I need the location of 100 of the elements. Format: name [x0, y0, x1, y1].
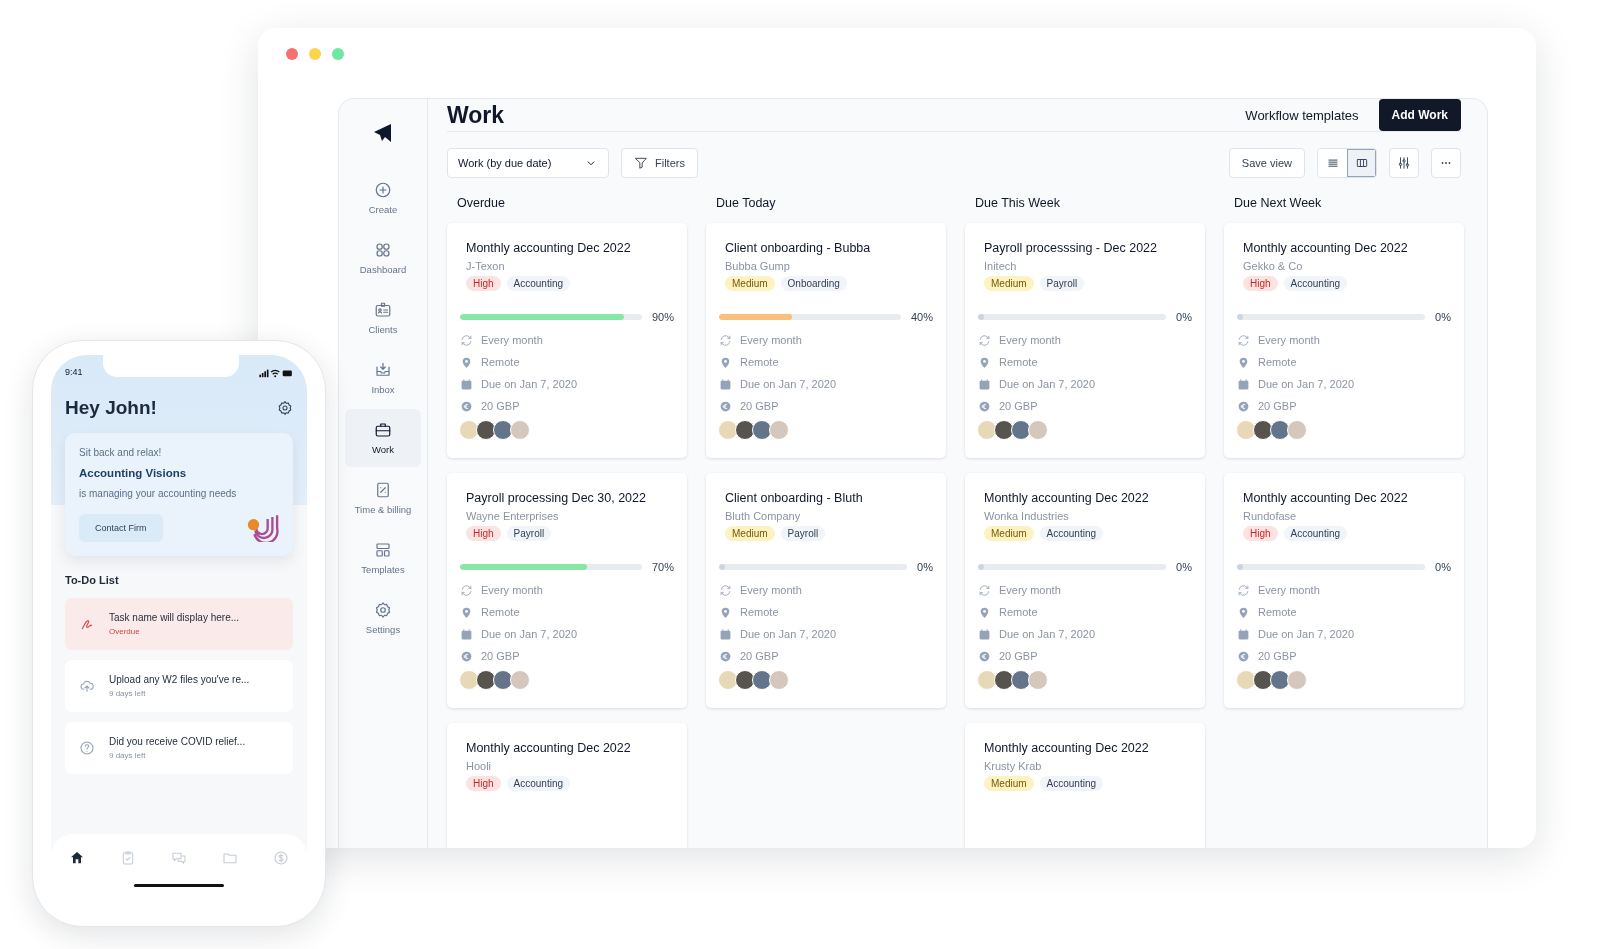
- repeat-icon: [1237, 583, 1250, 597]
- sliders-icon: [1397, 156, 1411, 170]
- work-card[interactable]: Client onboarding - Bubba Bubba Gump Medium Onboarding 40% Every month Remote Due on Jan 7, 2020 20 GBP: [706, 223, 946, 458]
- avatar: [977, 670, 997, 690]
- folder-icon[interactable]: [222, 850, 239, 866]
- dollar-icon[interactable]: [273, 850, 290, 866]
- work-card[interactable]: Monthly accounting Dec 2022 Hooli High Accounting: [447, 723, 687, 848]
- progress-percent: 90%: [651, 311, 674, 323]
- repeat-icon: [978, 583, 991, 597]
- detail-text: 20 GBP: [1258, 400, 1297, 412]
- sidebar-item[interactable]: Create: [345, 169, 421, 227]
- sidebar-item[interactable]: Time & billing: [345, 469, 421, 527]
- avatar: [510, 670, 530, 690]
- todo-item[interactable]: Did you receive COVID relief... 9 days left: [65, 722, 293, 774]
- detail-text: Every month: [481, 584, 543, 596]
- work-card[interactable]: Payroll processsing - Dec 2022 Initech Medium Payroll 0% Every month Remote Due on Jan 7, 2020 20 GBP: [965, 223, 1205, 458]
- card-title: Payroll processing Dec 30, 2022: [466, 491, 647, 505]
- detail-text: Every month: [1258, 584, 1320, 596]
- window-control[interactable]: [286, 48, 298, 60]
- work-card[interactable]: Monthly accounting Dec 2022 Rundofase High Accounting 0% Every month Remote Due on Jan 7, 2020 20 GBP: [1224, 473, 1464, 708]
- work-card[interactable]: Payroll processing Dec 30, 2022 Wayne Enterprises High Payroll 70% Every month Remote Due on Jan 7, 2020 20 GBP: [447, 473, 687, 708]
- plus-circle-icon: [374, 181, 392, 199]
- client-name: Bubba Gump: [725, 260, 791, 272]
- avatar: [1287, 670, 1307, 690]
- work-card[interactable]: Monthly accounting Dec 2022 Gekko & Co High Accounting 0% Every month Remote Due on Jan 7, 2020 20 GBP: [1224, 223, 1464, 458]
- card-title: Client onboarding - Bubba: [725, 241, 872, 255]
- calendar-icon: [1237, 377, 1250, 391]
- client-name: Hooli: [466, 760, 493, 772]
- save-view-button[interactable]: Save view: [1228, 148, 1305, 178]
- firm-logo-icon: [245, 513, 279, 542]
- work-card[interactable]: Client onboarding - Bluth Bluth Company Medium Payroll 0% Every month Remote Due on Jan 7, 2020 20 GBP: [706, 473, 946, 708]
- priority-tag: High: [1243, 526, 1278, 541]
- chat-icon[interactable]: [170, 850, 187, 866]
- location-pin-icon: [1237, 605, 1250, 619]
- calendar-icon: [460, 627, 473, 641]
- work-card[interactable]: Monthly accounting Dec 2022 Wonka Industries Medium Accounting 0% Every month Remote Due on Jan 7, 2020 20 GBP: [965, 473, 1205, 708]
- calendar-icon: [719, 627, 732, 641]
- priority-tag: Medium: [984, 526, 1034, 541]
- priority-tag: Medium: [725, 276, 775, 291]
- progress-percent: 40%: [910, 311, 933, 323]
- work-card[interactable]: Monthly accounting Dec 2022 J-Texon High Accounting 90% Every month Remote Due on Jan 7, 2020 20 GBP: [447, 223, 687, 458]
- settings-button[interactable]: [1389, 148, 1419, 178]
- calendar-icon: [719, 377, 732, 391]
- filter-icon: [634, 156, 648, 170]
- detail-text: Remote: [1258, 356, 1297, 368]
- category-tag: Onboarding: [780, 276, 847, 291]
- location-pin-icon: [460, 355, 473, 369]
- view-select[interactable]: Work (by due date): [447, 148, 609, 178]
- location-pin-icon: [460, 605, 473, 619]
- settings-icon[interactable]: [277, 400, 293, 416]
- view-toggle-button[interactable]: [1347, 149, 1376, 177]
- progress-percent: 0%: [1176, 311, 1192, 323]
- repeat-icon: [978, 333, 991, 347]
- window-control[interactable]: [309, 48, 321, 60]
- more-button[interactable]: [1431, 148, 1461, 178]
- category-tag: Accounting: [1039, 776, 1104, 791]
- sidebar-item[interactable]: Dashboard: [345, 229, 421, 287]
- location-pin-icon: [1237, 355, 1250, 369]
- window-control[interactable]: [332, 48, 344, 60]
- repeat-icon: [460, 333, 473, 347]
- sidebar-item[interactable]: Inbox: [345, 349, 421, 407]
- detail-text: Remote: [740, 356, 779, 368]
- sidebar-item[interactable]: Settings: [345, 589, 421, 647]
- repeat-icon: [1237, 333, 1250, 347]
- detail-text: Due on Jan 7, 2020: [999, 378, 1096, 390]
- avatar: [994, 670, 1014, 690]
- workflow-templates-link[interactable]: Workflow templates: [1245, 107, 1359, 123]
- coin-icon: [460, 649, 473, 663]
- todo-item[interactable]: Upload any W2 files you've re... 9 days left: [65, 660, 293, 712]
- avatar: [1011, 670, 1031, 690]
- avatar: [1270, 420, 1290, 440]
- card-title: Payroll processsing - Dec 2022: [984, 241, 1158, 255]
- sidebar-item[interactable]: Templates: [345, 529, 421, 587]
- contact-firm-button[interactable]: Contact Firm: [79, 513, 163, 542]
- avatar: [1028, 420, 1048, 440]
- detail-text: Due on Jan 7, 2020: [740, 378, 837, 390]
- avatar: [1236, 420, 1256, 440]
- sidebar-item[interactable]: Work: [345, 409, 421, 467]
- grid-icon: [374, 241, 392, 259]
- todo-list-title: To-Do List: [65, 574, 120, 586]
- avatar: [769, 420, 789, 440]
- sidebar-item[interactable]: Clients: [345, 289, 421, 347]
- work-card[interactable]: Monthly accounting Dec 2022 Krusty Krab Medium Accounting: [965, 723, 1205, 848]
- progress-percent: 0%: [1176, 561, 1192, 573]
- client-name: Bluth Company: [725, 510, 802, 522]
- detail-text: 20 GBP: [999, 650, 1038, 662]
- repeat-icon: [719, 583, 732, 597]
- card-title: Monthly accounting Dec 2022: [1243, 491, 1409, 505]
- todo-item[interactable]: Task name will display here... Overdue: [65, 598, 293, 650]
- detail-text: Every month: [740, 584, 802, 596]
- add-work-button[interactable]: Add Work: [1378, 99, 1461, 131]
- coin-icon: [460, 399, 473, 413]
- coin-icon: [978, 649, 991, 663]
- avatar: [735, 420, 755, 440]
- detail-text: Remote: [481, 606, 520, 618]
- client-name: Gekko & Co: [1243, 260, 1304, 272]
- filters-button[interactable]: Filters: [621, 148, 698, 178]
- repeat-icon: [460, 583, 473, 597]
- card-title: Monthly accounting Dec 2022: [1243, 241, 1409, 255]
- detail-text: Every month: [1258, 334, 1320, 346]
